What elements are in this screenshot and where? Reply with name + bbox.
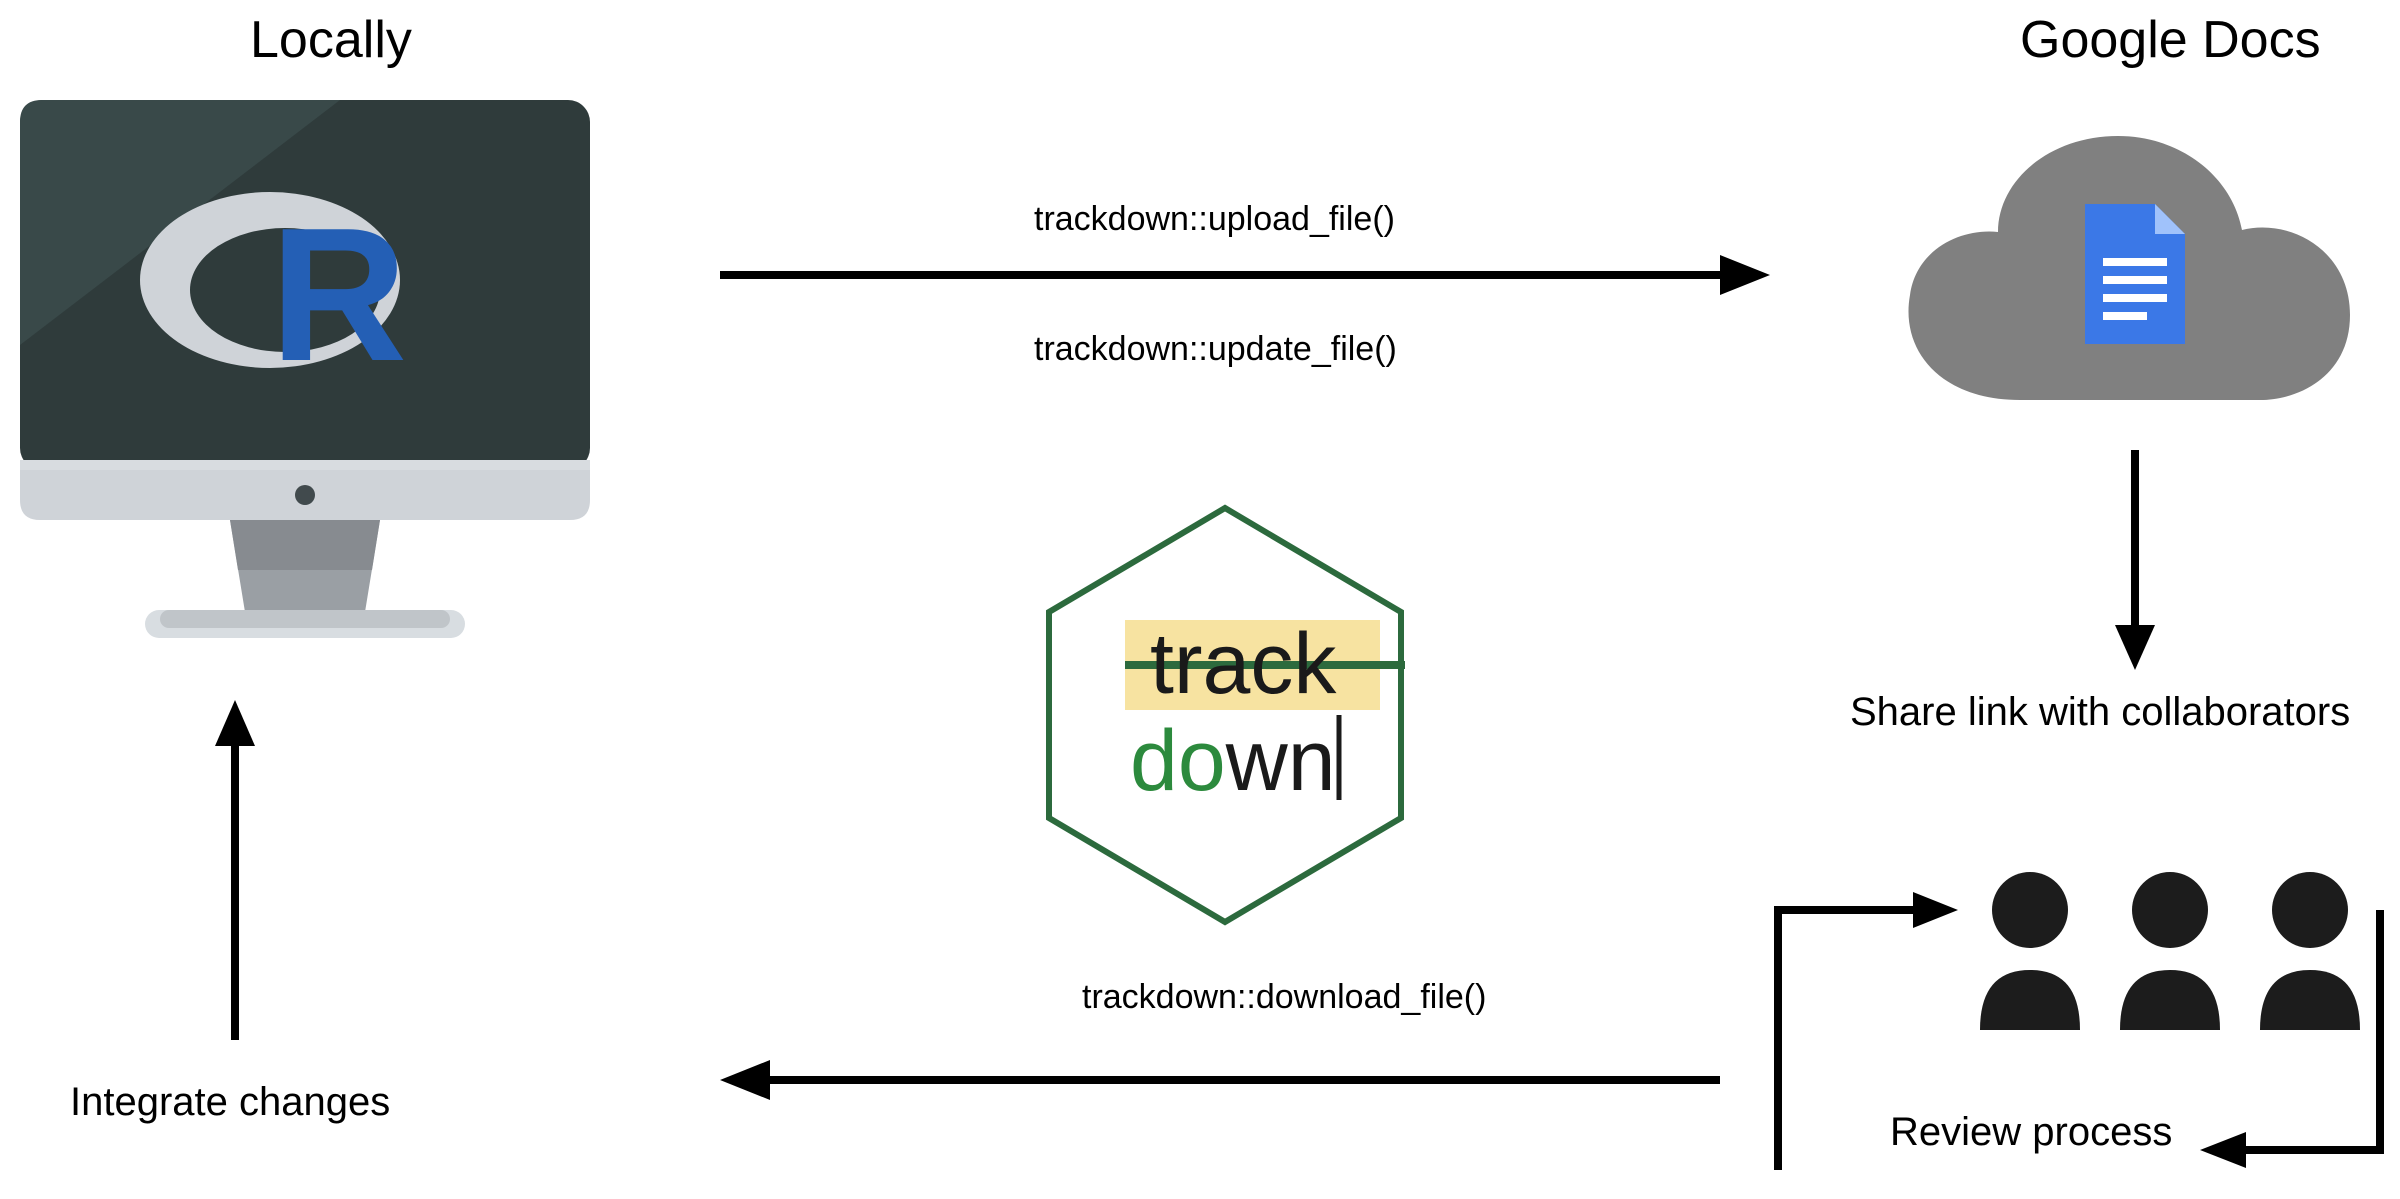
arrow-top-label-1: trackdown::upload_file() <box>1034 200 1395 239</box>
arrow-cloud-to-share <box>2100 450 2170 670</box>
arrow-integrate-up <box>200 700 270 1040</box>
review-label: Review process <box>1890 1110 2172 1155</box>
heading-google-docs-text: Google Docs <box>2020 11 2321 69</box>
hex-text-wn: wn <box>1225 713 1336 809</box>
heading-google-docs: Google Docs <box>2020 10 2321 70</box>
r-logo-letter: R <box>270 189 407 401</box>
cloud-icon <box>1880 120 2380 460</box>
trackdown-hex-icon: track down <box>1035 500 1415 930</box>
heading-locally: Locally <box>250 10 412 70</box>
arrow-upload-update <box>720 235 1770 315</box>
share-label: Share link with collaborators <box>1850 690 2350 735</box>
integrate-label: Integrate changes <box>70 1080 390 1125</box>
arrow-download <box>720 1040 1720 1120</box>
hex-text-track: track <box>1150 616 1337 712</box>
hex-text-do: do <box>1130 713 1226 809</box>
people-icon <box>1960 860 2380 1040</box>
arrow-bottom-label: trackdown::download_file() <box>1082 978 1486 1017</box>
arrow-top-label-2: trackdown::update_file() <box>1034 330 1397 369</box>
heading-locally-text: Locally <box>250 11 412 69</box>
monitor-icon: R <box>10 100 600 660</box>
hex-text-down: down <box>1130 713 1336 809</box>
